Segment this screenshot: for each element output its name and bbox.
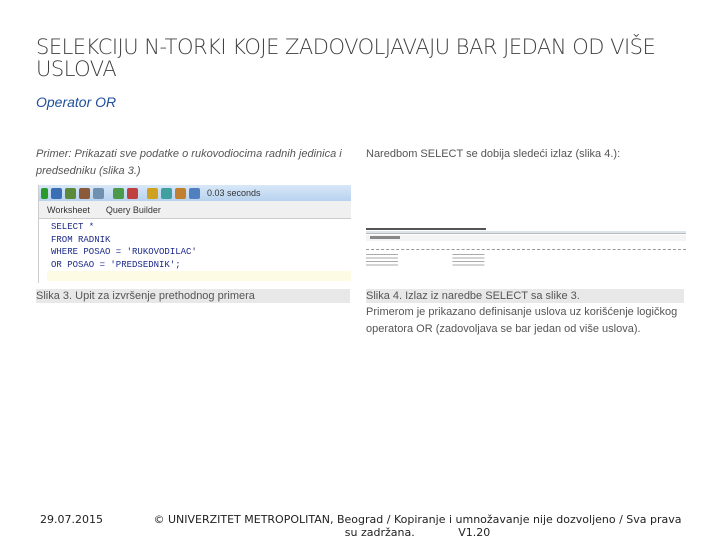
script-icon <box>51 187 62 199</box>
code-line: WHERE POSAO = 'RUKOVODILAC' <box>51 247 197 257</box>
footer-date: 29.07.2015 <box>40 513 103 526</box>
history-icon <box>189 187 200 199</box>
figure-4-caption: Slika 4. Izlaz iz naredbe SELECT sa slik… <box>366 289 684 303</box>
figure-4-description: Primerom je prikazano definisanje uslova… <box>366 306 678 335</box>
version-text: V1.20 <box>458 526 491 539</box>
autotrace-icon <box>113 187 124 199</box>
explain-icon <box>93 187 104 199</box>
slide-subtitle: Operator OR <box>36 94 117 110</box>
case-icon <box>161 187 172 199</box>
clear-icon <box>127 187 138 199</box>
tab-query-builder[interactable]: Query Builder <box>98 205 169 215</box>
sql-code[interactable]: SELECT * FROM RADNIK WHERE POSAO = 'RUKO… <box>39 219 351 271</box>
current-line-highlight <box>47 271 351 281</box>
execution-time: 0.03 seconds <box>207 188 261 198</box>
query-editor-screenshot: 0.03 seconds Worksheet Query Builder SEL… <box>38 185 351 283</box>
copyright-text: © UNIVERZITET METROPOLITAN, Beograd / Ko… <box>153 513 682 539</box>
slide-title: SELEKCIJU N-TORKI KOJE ZADOVOLJAVAJU BAR… <box>36 35 656 81</box>
right-intro: Naredbom SELECT se dobija sledeći izlaz … <box>366 148 621 160</box>
footer-copyright: © UNIVERZITET METROPOLITAN, Beograd / Ko… <box>150 513 685 539</box>
format-icon <box>147 187 158 199</box>
code-line: FROM RADNIK <box>51 234 111 245</box>
left-intro: Primer: Prikazati sve podatke o rukovodi… <box>36 148 342 177</box>
eraser-icon <box>175 187 186 199</box>
tab-worksheet[interactable]: Worksheet <box>39 205 98 215</box>
figure-3-caption: Slika 3. Upit za izvršenje prethodnog pr… <box>36 289 350 303</box>
editor-toolbar: 0.03 seconds <box>39 185 351 201</box>
query-result-screenshot <box>366 228 686 278</box>
code-line: OR POSAO = 'PREDSEDNIK'; <box>51 259 181 270</box>
commit-icon <box>65 187 76 199</box>
rollback-icon <box>79 187 90 199</box>
run-icon <box>41 187 48 199</box>
code-line: SELECT * <box>51 222 95 232</box>
